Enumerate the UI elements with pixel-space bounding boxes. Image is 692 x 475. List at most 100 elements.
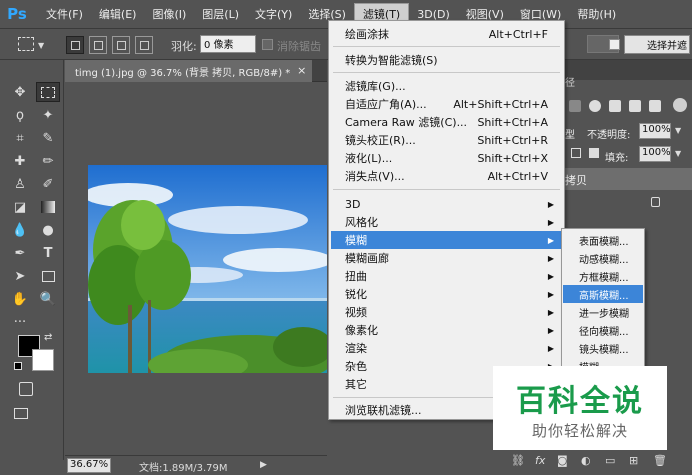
- smart-object-filter-icon[interactable]: [649, 100, 661, 112]
- filter-pixelate[interactable]: 像素化 ▶: [331, 321, 562, 339]
- history-brush-tool-icon[interactable]: ✐: [36, 174, 60, 194]
- clone-stamp-tool-icon[interactable]: ♙: [8, 174, 32, 194]
- panel-tab-paths[interactable]: 径: [565, 74, 575, 89]
- lock-pixels-icon[interactable]: [571, 148, 581, 158]
- screen-mode-icon[interactable]: [14, 408, 28, 419]
- filter-blur[interactable]: 模糊 ▶: [331, 231, 562, 249]
- brush-tool-icon[interactable]: ✏: [36, 151, 60, 171]
- blur-motion[interactable]: 动感模糊...: [563, 249, 643, 267]
- adjustment-layer-icon[interactable]: ◐: [581, 454, 591, 467]
- layer-style-icon[interactable]: fx: [535, 454, 545, 467]
- lasso-tool-icon[interactable]: ϙ: [8, 105, 32, 125]
- select-mask-checkbox[interactable]: [609, 39, 620, 50]
- new-layer-icon[interactable]: ⊞: [629, 454, 638, 467]
- filter-lens-correction[interactable]: 镜头校正(R)... Shift+Ctrl+R: [331, 131, 562, 149]
- eraser-tool-icon[interactable]: ◪: [8, 197, 32, 217]
- lock-all-icon[interactable]: [589, 148, 599, 158]
- more-tools-icon[interactable]: ···: [8, 312, 32, 332]
- menu-layer[interactable]: 图层(L): [194, 3, 247, 25]
- filter-toggle-icon[interactable]: [673, 98, 687, 112]
- blur-radial[interactable]: 径向模糊...: [563, 321, 643, 339]
- filter-sharpen[interactable]: 锐化 ▶: [331, 285, 562, 303]
- filter-blur-gallery[interactable]: 模糊画廊 ▶: [331, 249, 562, 267]
- opacity-dropdown-icon[interactable]: ▼: [675, 126, 681, 135]
- subtract-from-selection-icon[interactable]: [112, 36, 130, 54]
- feather-input[interactable]: 0 像素: [200, 35, 256, 53]
- quick-mask-icon[interactable]: [19, 382, 33, 396]
- blur-surface[interactable]: 表面模糊...: [563, 231, 643, 249]
- layer-row-background-copy[interactable]: 拷贝: [565, 168, 692, 190]
- menu-edit[interactable]: 编辑(E): [91, 3, 145, 25]
- new-group-icon[interactable]: ▭: [605, 454, 615, 467]
- menu-type[interactable]: 文字(Y): [247, 3, 300, 25]
- healing-brush-tool-icon[interactable]: ✚: [8, 151, 32, 171]
- shape-filter-icon[interactable]: [629, 100, 641, 112]
- intersect-selection-icon[interactable]: [135, 36, 153, 54]
- gradient-tool-icon[interactable]: [36, 197, 60, 217]
- text-filter-icon[interactable]: [609, 100, 621, 112]
- zoom-tool-icon[interactable]: 🔍: [36, 289, 60, 309]
- background-color-swatch[interactable]: [32, 349, 54, 371]
- adjustment-filter-icon[interactable]: [589, 100, 601, 112]
- document-tab[interactable]: timg (1).jpg @ 36.7% (背景 拷贝, RGB/8#) * ×: [65, 60, 313, 82]
- layer-mask-icon[interactable]: ◙: [557, 454, 568, 467]
- close-tab-icon[interactable]: ×: [297, 64, 306, 77]
- filter-distort[interactable]: 扭曲 ▶: [331, 267, 562, 285]
- filter-dropdown-menu: 绘画涂抹 Alt+Ctrl+F 转换为智能滤镜(S) 滤镜库(G)... 自适应广…: [328, 20, 565, 420]
- filter-liquify[interactable]: 液化(L)... Shift+Ctrl+X: [331, 149, 562, 167]
- filter-adaptive-wide-angle[interactable]: 自适应广角(A)... Alt+Shift+Ctrl+A: [331, 95, 562, 113]
- rectangular-marquee-tool-icon[interactable]: [36, 82, 60, 102]
- fill-input[interactable]: 100%: [639, 146, 671, 162]
- rectangle-tool-icon[interactable]: [36, 266, 60, 286]
- link-layers-icon[interactable]: ⛓: [511, 454, 525, 467]
- filter-render[interactable]: 渲染 ▶: [331, 339, 562, 357]
- menu-item-label: 转换为智能滤镜(S): [345, 54, 438, 67]
- menu-item-label: 绘画涂抹: [345, 28, 389, 41]
- blur-gaussian[interactable]: 高斯模糊...: [563, 285, 643, 303]
- zoom-level-field[interactable]: 36.67%: [67, 458, 111, 473]
- default-colors-icon[interactable]: [14, 362, 22, 370]
- filter-gallery[interactable]: 滤镜库(G)...: [331, 77, 562, 95]
- filter-3d[interactable]: 3D ▶: [331, 195, 562, 213]
- type-tool-icon[interactable]: T: [36, 243, 60, 263]
- blur-box[interactable]: 方框模糊...: [563, 267, 643, 285]
- eyedropper-tool-icon[interactable]: ✎: [36, 128, 60, 148]
- pen-tool-icon[interactable]: ✒: [8, 243, 32, 263]
- select-and-mask-button[interactable]: 选择并遮: [609, 35, 690, 54]
- new-selection-icon[interactable]: [66, 36, 84, 54]
- menu-image[interactable]: 图像(I): [144, 3, 194, 25]
- opacity-input[interactable]: 100%: [639, 123, 671, 139]
- move-tool-icon[interactable]: ✥: [8, 82, 32, 102]
- filter-camera-raw[interactable]: Camera Raw 滤镜(C)... Shift+Ctrl+A: [331, 113, 562, 131]
- blur-more[interactable]: 进一步模糊: [563, 303, 643, 321]
- filter-convert-smart[interactable]: 转换为智能滤镜(S): [331, 51, 562, 69]
- magic-wand-tool-icon[interactable]: ✦: [36, 105, 60, 125]
- status-bar: 36.67% 文档:1.89M/3.79M ▶: [65, 455, 327, 475]
- antialias-checkbox[interactable]: [262, 39, 273, 50]
- add-to-selection-icon[interactable]: [89, 36, 107, 54]
- dodge-tool-icon[interactable]: ●: [36, 220, 60, 240]
- hand-tool-icon[interactable]: ✋: [8, 289, 32, 309]
- filter-last-oil-paint[interactable]: 绘画涂抹 Alt+Ctrl+F: [331, 25, 562, 43]
- filter-type-icon[interactable]: [569, 100, 581, 112]
- swap-colors-icon[interactable]: ⇄: [44, 332, 52, 343]
- menu-item-shortcut: Alt+Ctrl+F: [488, 27, 548, 41]
- path-selection-tool-icon[interactable]: ➤: [8, 266, 32, 286]
- blur-tool-icon[interactable]: 💧: [8, 220, 32, 240]
- menu-help[interactable]: 帮助(H): [569, 3, 624, 25]
- delete-layer-icon[interactable]: 🗑: [653, 454, 667, 467]
- canvas-image[interactable]: [88, 165, 327, 373]
- submenu-arrow-icon: ▶: [547, 235, 554, 245]
- layer-row-background[interactable]: [565, 192, 692, 214]
- filter-stylize[interactable]: 风格化 ▶: [331, 213, 562, 231]
- menu-file[interactable]: 文件(F): [38, 3, 91, 25]
- blur-lens[interactable]: 镜头模糊...: [563, 339, 643, 357]
- marquee-tool-preset-icon[interactable]: [18, 37, 34, 51]
- status-menu-arrow-icon[interactable]: ▶: [260, 460, 267, 470]
- blend-mode-fragment[interactable]: 型: [565, 126, 575, 141]
- chevron-down-icon[interactable]: ▼: [38, 41, 44, 50]
- filter-video[interactable]: 视频 ▶: [331, 303, 562, 321]
- fill-dropdown-icon[interactable]: ▼: [675, 149, 681, 158]
- filter-vanishing-point[interactable]: 消失点(V)... Alt+Ctrl+V: [331, 167, 562, 185]
- crop-tool-icon[interactable]: ⌗: [8, 128, 32, 148]
